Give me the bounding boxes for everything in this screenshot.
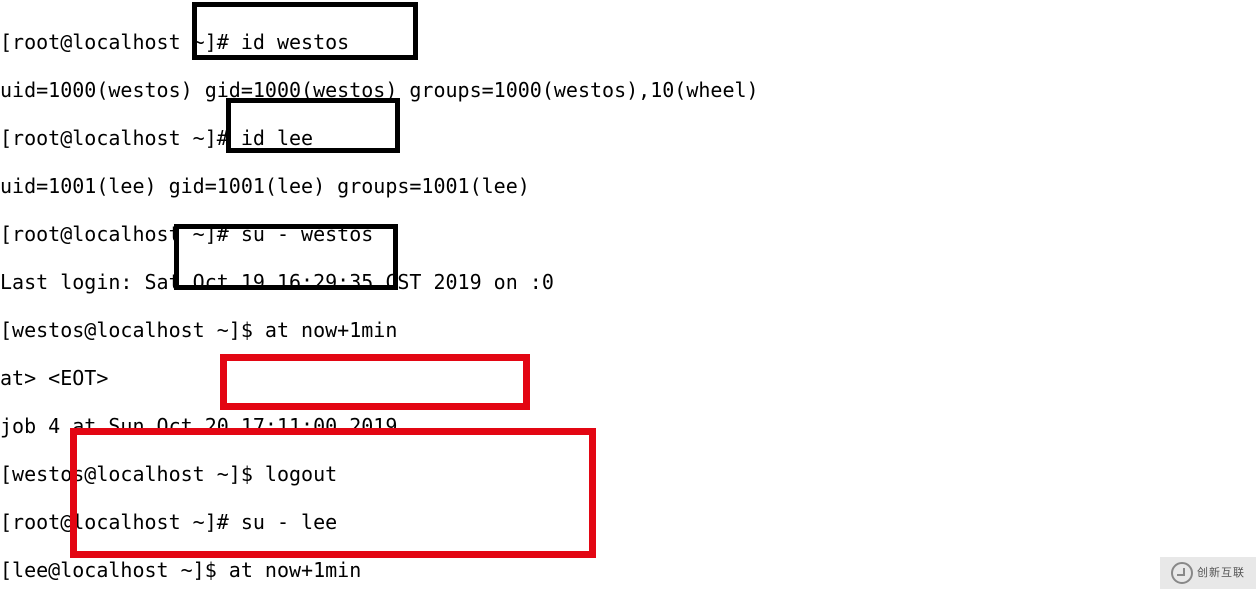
terminal-line: [westos@localhost ~]$ at now+1min bbox=[0, 318, 759, 342]
watermark-logo-icon bbox=[1171, 562, 1193, 584]
terminal-output: [root@localhost ~]# id westos uid=1000(w… bbox=[0, 6, 759, 593]
terminal-line: uid=1000(westos) gid=1000(westos) groups… bbox=[0, 78, 759, 102]
terminal-line: Last login: Sat Oct 19 16:29:35 CST 2019… bbox=[0, 270, 759, 294]
terminal-line: at> <EOT> bbox=[0, 366, 759, 390]
terminal-line: [root@localhost ~]# su - lee bbox=[0, 510, 759, 534]
watermark: 创新互联 bbox=[1160, 557, 1256, 589]
terminal-line: [lee@localhost ~]$ at now+1min bbox=[0, 558, 759, 582]
terminal-line: [westos@localhost ~]$ logout bbox=[0, 462, 759, 486]
terminal-line: [root@localhost ~]# id lee bbox=[0, 126, 759, 150]
terminal-line: job 4 at Sun Oct 20 17:11:00 2019 bbox=[0, 414, 759, 438]
terminal-line: [root@localhost ~]# id westos bbox=[0, 30, 759, 54]
watermark-text: 创新互联 bbox=[1197, 561, 1245, 585]
terminal-line: [root@localhost ~]# su - westos bbox=[0, 222, 759, 246]
terminal-line: uid=1001(lee) gid=1001(lee) groups=1001(… bbox=[0, 174, 759, 198]
